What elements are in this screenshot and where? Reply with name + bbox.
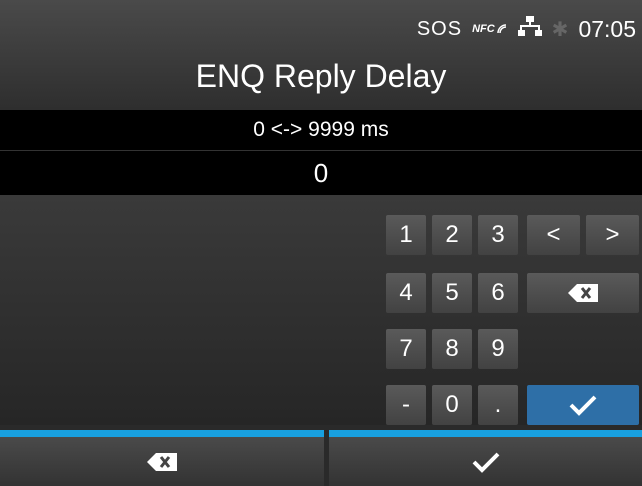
key-dot[interactable]: . [478, 385, 518, 425]
key-8[interactable]: 8 [432, 329, 472, 369]
keypad-area: 1 2 3 < > 4 5 6 7 8 9 - 0 . [0, 195, 642, 425]
key-0[interactable]: 0 [432, 385, 472, 425]
network-icon [517, 15, 542, 43]
key-minus[interactable]: - [386, 385, 426, 425]
key-7[interactable]: 7 [386, 329, 426, 369]
value-range: 0 <-> 9999 ms [0, 110, 642, 151]
key-6[interactable]: 6 [478, 273, 518, 313]
nfc-label: NFC [472, 23, 495, 35]
enter-key[interactable] [527, 385, 639, 425]
key-4[interactable]: 4 [386, 273, 426, 313]
key-9[interactable]: 9 [478, 329, 518, 369]
bottom-bar [0, 430, 642, 486]
value-input[interactable]: 0 [0, 151, 642, 195]
key-1[interactable]: 1 [386, 215, 426, 255]
key-3[interactable]: 3 [478, 215, 518, 255]
status-bar: SOS NFC ✱ 07:05 [417, 14, 636, 44]
key-5[interactable]: 5 [432, 273, 472, 313]
backspace-key[interactable] [527, 273, 639, 313]
nfc-icon: NFC [472, 23, 508, 35]
bluetooth-icon: ✱ [551, 18, 569, 41]
backspace-icon [147, 452, 177, 471]
cursor-left-button[interactable]: < [527, 215, 580, 255]
backspace-icon [568, 284, 598, 302]
delete-button[interactable] [0, 430, 324, 486]
page-title: ENQ Reply Delay [195, 58, 447, 94]
sos-indicator: SOS [416, 17, 463, 40]
cursor-right-button[interactable]: > [586, 215, 639, 255]
confirm-button[interactable] [329, 430, 642, 486]
key-2[interactable]: 2 [432, 215, 472, 255]
header: SOS NFC ✱ 07:05 ENQ Reply Delay [0, 0, 642, 110]
clock: 07:05 [578, 15, 636, 42]
checkmark-icon [472, 452, 499, 473]
checkmark-icon [569, 395, 597, 416]
